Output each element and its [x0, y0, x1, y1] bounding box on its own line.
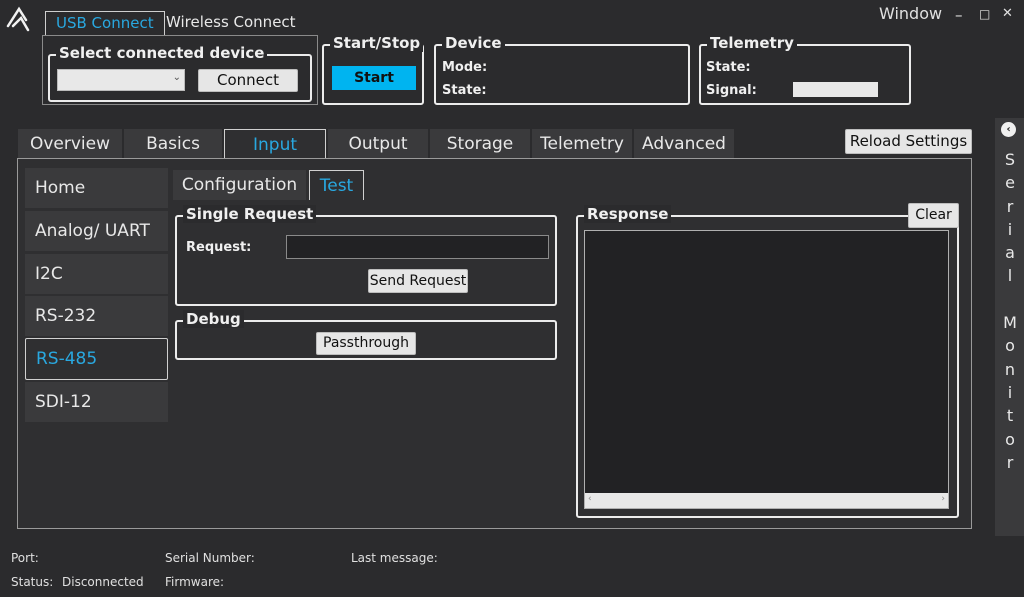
reload-settings-button[interactable]: Reload Settings: [845, 129, 972, 154]
telemetry-title: Telemetry: [707, 34, 797, 52]
single-request-group: Single Request: [175, 205, 557, 306]
status-label: Status:: [11, 575, 54, 589]
response-title: Response: [584, 205, 672, 223]
device-mode-label: Mode:: [442, 60, 488, 75]
serial-monitor-letter: r: [1006, 452, 1014, 472]
connect-button[interactable]: Connect: [198, 69, 298, 92]
tab-wireless-connect[interactable]: Wireless Connect: [156, 11, 306, 35]
clear-button[interactable]: Clear: [908, 203, 959, 228]
sidebar-item-rs-485[interactable]: RS-485: [25, 338, 168, 380]
app-logo-icon: [6, 6, 30, 32]
tab-output[interactable]: Output: [328, 129, 428, 159]
device-title: Device: [442, 34, 505, 52]
status-value: Disconnected: [62, 575, 144, 589]
scroll-right-icon[interactable]: ›: [941, 494, 945, 504]
serial-monitor-letter: a: [1005, 243, 1015, 263]
sidebar-item-home[interactable]: Home: [25, 168, 168, 208]
device-select[interactable]: ⌄: [57, 69, 185, 91]
tab-telemetry[interactable]: Telemetry: [532, 129, 632, 159]
serial-monitor-letter: n: [1004, 359, 1016, 379]
tab-storage[interactable]: Storage: [430, 129, 530, 159]
tab-usb-connect[interactable]: USB Connect: [45, 11, 165, 35]
serial-monitor-letter: i: [1007, 382, 1013, 402]
start-button[interactable]: Start: [332, 66, 416, 90]
serial-monitor-letter: o: [1005, 336, 1015, 356]
debug-title: Debug: [183, 310, 244, 328]
single-request-title: Single Request: [183, 205, 317, 223]
tab-configuration[interactable]: Configuration: [173, 170, 306, 200]
serial-monitor-letter: r: [1006, 196, 1014, 216]
tab-overview[interactable]: Overview: [18, 129, 122, 159]
tab-advanced[interactable]: Advanced: [634, 129, 734, 159]
minimize-icon[interactable]: –: [955, 6, 963, 24]
serial-monitor-letter: [1001, 288, 1019, 311]
scroll-left-icon[interactable]: ‹: [588, 494, 592, 504]
firmware-label: Firmware:: [165, 575, 225, 589]
signal-bar: [793, 82, 878, 97]
tab-test[interactable]: Test: [309, 170, 364, 200]
chevron-down-icon: ⌄: [172, 72, 181, 83]
request-label: Request:: [186, 240, 252, 255]
request-input[interactable]: [286, 235, 549, 259]
sidebar-item-rs-232[interactable]: RS-232: [25, 296, 168, 336]
device-state-label: State:: [442, 83, 487, 98]
serial-monitor-letter: o: [1005, 429, 1015, 449]
serial-monitor-letter: i: [1007, 219, 1013, 239]
tab-input[interactable]: Input: [224, 129, 326, 159]
sidebar-item-analog-uart[interactable]: Analog/ UART: [25, 211, 168, 251]
send-request-button[interactable]: Send Request: [368, 269, 468, 293]
serial-monitor-letter: l: [1007, 266, 1013, 286]
tab-basics[interactable]: Basics: [124, 129, 222, 159]
window-menu[interactable]: Window: [879, 4, 942, 23]
select-device-title: Select connected device: [56, 44, 268, 62]
last-message-label: Last message:: [351, 551, 438, 565]
serial-monitor-letter: S: [1004, 150, 1016, 169]
sidebar-item-sdi-12[interactable]: SDI-12: [25, 382, 168, 422]
serial-monitor-letter: e: [1005, 173, 1015, 193]
sidebar-item-i2c[interactable]: I2C: [25, 254, 168, 294]
port-label: Port:: [11, 551, 39, 565]
telemetry-state-label: State:: [706, 60, 751, 75]
passthrough-button[interactable]: Passthrough: [316, 332, 416, 355]
serial-monitor-letter: M: [1003, 313, 1017, 333]
telemetry-signal-label: Signal:: [706, 83, 757, 98]
serial-number-label: Serial Number:: [165, 551, 255, 565]
horizontal-scrollbar[interactable]: ‹ ›: [585, 493, 948, 508]
serial-monitor-label[interactable]: SerialMonitor: [1001, 148, 1019, 474]
maximize-icon[interactable]: □: [979, 7, 990, 21]
close-icon[interactable]: ✕: [1002, 6, 1013, 21]
start-stop-title: Start/Stop: [330, 34, 424, 52]
response-textarea[interactable]: [584, 230, 949, 509]
serial-monitor-letter: t: [1006, 406, 1014, 426]
chevron-left-icon[interactable]: ‹: [1001, 122, 1016, 137]
